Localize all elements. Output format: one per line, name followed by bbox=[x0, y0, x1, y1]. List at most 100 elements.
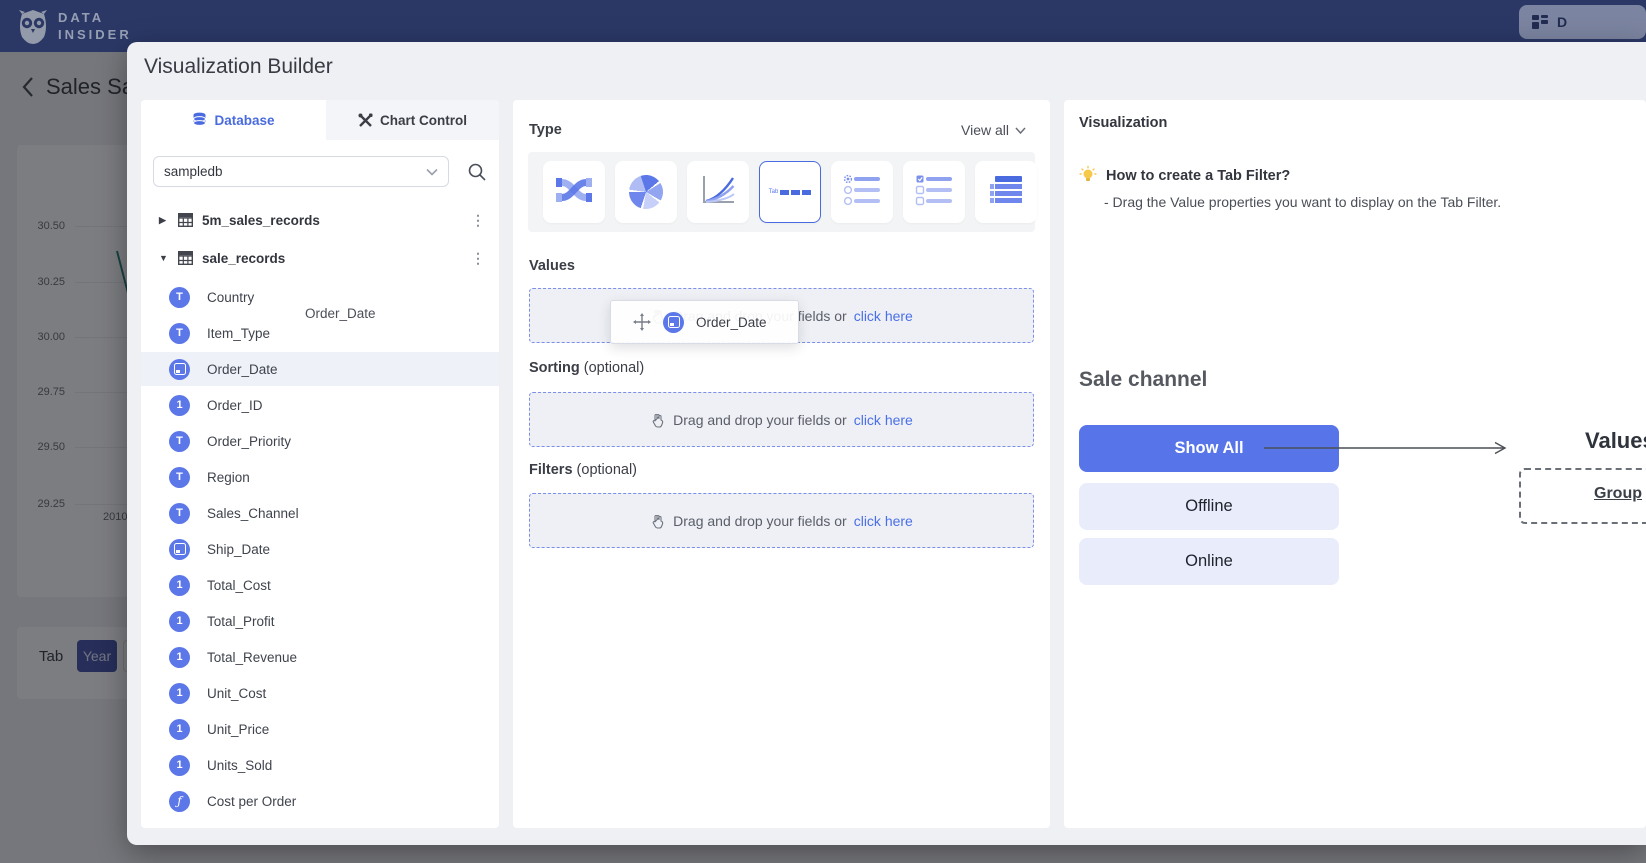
date-field-icon bbox=[169, 359, 190, 380]
sorting-dropzone[interactable]: Drag and drop your fields or click here bbox=[529, 392, 1034, 447]
chart-type-checkbox-filter[interactable] bbox=[903, 161, 965, 223]
app-root: Sales Sa 30.5030.2530.0029.7529.5029.25 … bbox=[0, 0, 1646, 863]
number-field-icon: 1 bbox=[169, 647, 190, 668]
field-item-sales-channel[interactable]: T Sales_Channel bbox=[141, 496, 499, 530]
field-item-region[interactable]: TRegion bbox=[141, 460, 499, 494]
table-icon bbox=[178, 213, 193, 227]
line-chart-icon bbox=[700, 174, 736, 211]
field-item-total-cost[interactable]: 1 Total_Cost bbox=[141, 568, 499, 602]
click-here-link[interactable]: click here bbox=[854, 513, 913, 529]
database-select[interactable]: sampledb bbox=[153, 156, 449, 187]
field-label: Ship_Date bbox=[207, 542, 270, 557]
text-field-icon: T bbox=[169, 467, 190, 488]
brand-text: DATA INSIDER bbox=[58, 9, 132, 43]
visualization-header: Visualization bbox=[1079, 115, 1167, 131]
chart-type-line-chart[interactable] bbox=[687, 161, 749, 223]
dropzone-text: Drag and drop your fields or bbox=[673, 412, 847, 428]
text-field-icon: T bbox=[169, 323, 190, 344]
dashboard-nav-button[interactable]: D bbox=[1519, 5, 1646, 39]
field-label: Total_Profit bbox=[207, 614, 275, 629]
move-icon bbox=[633, 313, 651, 331]
view-all-dropdown[interactable]: View all bbox=[961, 122, 1026, 138]
database-panel: Database Chart Control sampledb ▶ 5m_sal… bbox=[141, 100, 499, 828]
tip-row: How to create a Tab Filter? bbox=[1079, 166, 1290, 186]
table-row-sale-records[interactable]: ▼ sale_records ⋮ bbox=[141, 241, 499, 275]
number-field-icon: 1 bbox=[169, 683, 190, 704]
group-annotation-link[interactable]: Group bbox=[1594, 485, 1642, 503]
field-label: Sales_Channel bbox=[207, 506, 299, 521]
field-item-item-type[interactable]: TItem_Type bbox=[141, 316, 499, 350]
channel-button-offline[interactable]: Offline bbox=[1079, 483, 1339, 530]
brand-line1: DATA bbox=[58, 9, 132, 26]
filters-section-label: Filters (optional) bbox=[529, 462, 637, 478]
chart-type-table-chart[interactable] bbox=[975, 161, 1037, 223]
builder-panel: Type View all Tab Values Drag and drop y… bbox=[513, 100, 1050, 828]
annotation-arrow bbox=[1264, 440, 1514, 456]
field-label: Order_Date bbox=[207, 362, 278, 377]
date-field-icon bbox=[169, 539, 190, 560]
radio-filter-icon bbox=[843, 173, 881, 212]
chevron-down-icon bbox=[1015, 127, 1026, 134]
view-all-label: View all bbox=[961, 122, 1009, 138]
click-here-link[interactable]: click here bbox=[854, 412, 913, 428]
tab-chart-control-label: Chart Control bbox=[380, 113, 467, 128]
chart-type-radio-filter[interactable] bbox=[831, 161, 893, 223]
click-here-link[interactable]: click here bbox=[854, 308, 913, 324]
field-label: Order_Priority bbox=[207, 434, 291, 449]
drag-source-ghost-label: Order_Date bbox=[305, 306, 376, 321]
table-name: 5m_sales_records bbox=[202, 213, 320, 228]
text-field-icon: T bbox=[169, 431, 190, 452]
field-label: Unit_Cost bbox=[207, 686, 266, 701]
field-item-total-profit[interactable]: 1Total_Profit bbox=[141, 604, 499, 638]
caret-right-icon[interactable]: ▶ bbox=[159, 215, 169, 226]
table-chart-icon bbox=[989, 175, 1023, 210]
field-label: Total_Cost bbox=[207, 578, 271, 593]
number-field-icon: 1 bbox=[169, 575, 190, 596]
values-section-label: Values bbox=[529, 258, 575, 274]
caret-down-icon[interactable]: ▼ bbox=[159, 253, 169, 263]
brand-line2: INSIDER bbox=[58, 26, 132, 43]
lightbulb-icon bbox=[1079, 166, 1097, 186]
filters-dropzone[interactable]: Drag and drop your fields or click here bbox=[529, 493, 1034, 548]
field-item-units-sold[interactable]: 1Units_Sold bbox=[141, 748, 499, 782]
database-select-value: sampledb bbox=[164, 164, 223, 179]
field-item-order-date[interactable]: Order_Date bbox=[141, 352, 499, 386]
search-icon[interactable] bbox=[467, 162, 487, 182]
field-item-order-id[interactable]: 1Order_ID bbox=[141, 388, 499, 422]
field-item-order-priority[interactable]: T Order_Priority bbox=[141, 424, 499, 458]
table-row-5m-sales-records[interactable]: ▶ 5m_sales_records ⋮ bbox=[141, 203, 499, 237]
chart-type-tab-filter[interactable]: Tab bbox=[759, 161, 821, 223]
channel-button-online[interactable]: Online bbox=[1079, 538, 1339, 585]
tab-chart-control[interactable]: Chart Control bbox=[326, 100, 499, 140]
kebab-menu-icon[interactable]: ⋮ bbox=[471, 212, 485, 229]
sankey-chart-icon bbox=[556, 174, 592, 211]
field-item-unit-cost[interactable]: 1 Unit_Cost bbox=[141, 676, 499, 710]
dashboard-label: D bbox=[1557, 14, 1567, 30]
tab-filter-icon: Tab bbox=[769, 189, 812, 195]
chart-type-strip: Tab bbox=[528, 152, 1035, 232]
drag-hand-icon bbox=[650, 513, 666, 529]
visualization-panel: Visualization How to create a Tab Filter… bbox=[1064, 100, 1646, 828]
dropzone-text: Drag and drop your fields or bbox=[673, 513, 847, 529]
field-item-cost-per-order[interactable]: ƒ Cost per Order bbox=[141, 784, 499, 818]
field-item-ship-date[interactable]: Ship_Date bbox=[141, 532, 499, 566]
pie-chart-icon bbox=[629, 175, 663, 209]
chart-type-sankey-chart[interactable] bbox=[543, 161, 605, 223]
database-icon bbox=[192, 112, 207, 128]
dragging-field-chip[interactable]: Order_Date bbox=[610, 300, 799, 344]
field-item-unit-price[interactable]: 1Unit_Price bbox=[141, 712, 499, 746]
function-field-icon: ƒ bbox=[169, 791, 190, 812]
chart-type-pie-chart[interactable] bbox=[615, 161, 677, 223]
text-field-icon: T bbox=[169, 503, 190, 524]
field-item-total-revenue[interactable]: 1 Total_Revenue bbox=[141, 640, 499, 674]
number-field-icon: 1 bbox=[169, 719, 190, 740]
modal-title: Visualization Builder bbox=[144, 55, 333, 79]
tab-database[interactable]: Database bbox=[141, 100, 326, 140]
sorting-section-label: Sorting (optional) bbox=[529, 360, 644, 376]
field-label: Total_Revenue bbox=[207, 650, 297, 665]
tip-body: - Drag the Value properties you want to … bbox=[1104, 194, 1501, 210]
field-label: Cost per Order bbox=[207, 794, 296, 809]
kebab-menu-icon[interactable]: ⋮ bbox=[471, 250, 485, 267]
owl-logo-icon bbox=[12, 5, 54, 47]
chevron-down-icon bbox=[426, 168, 438, 176]
